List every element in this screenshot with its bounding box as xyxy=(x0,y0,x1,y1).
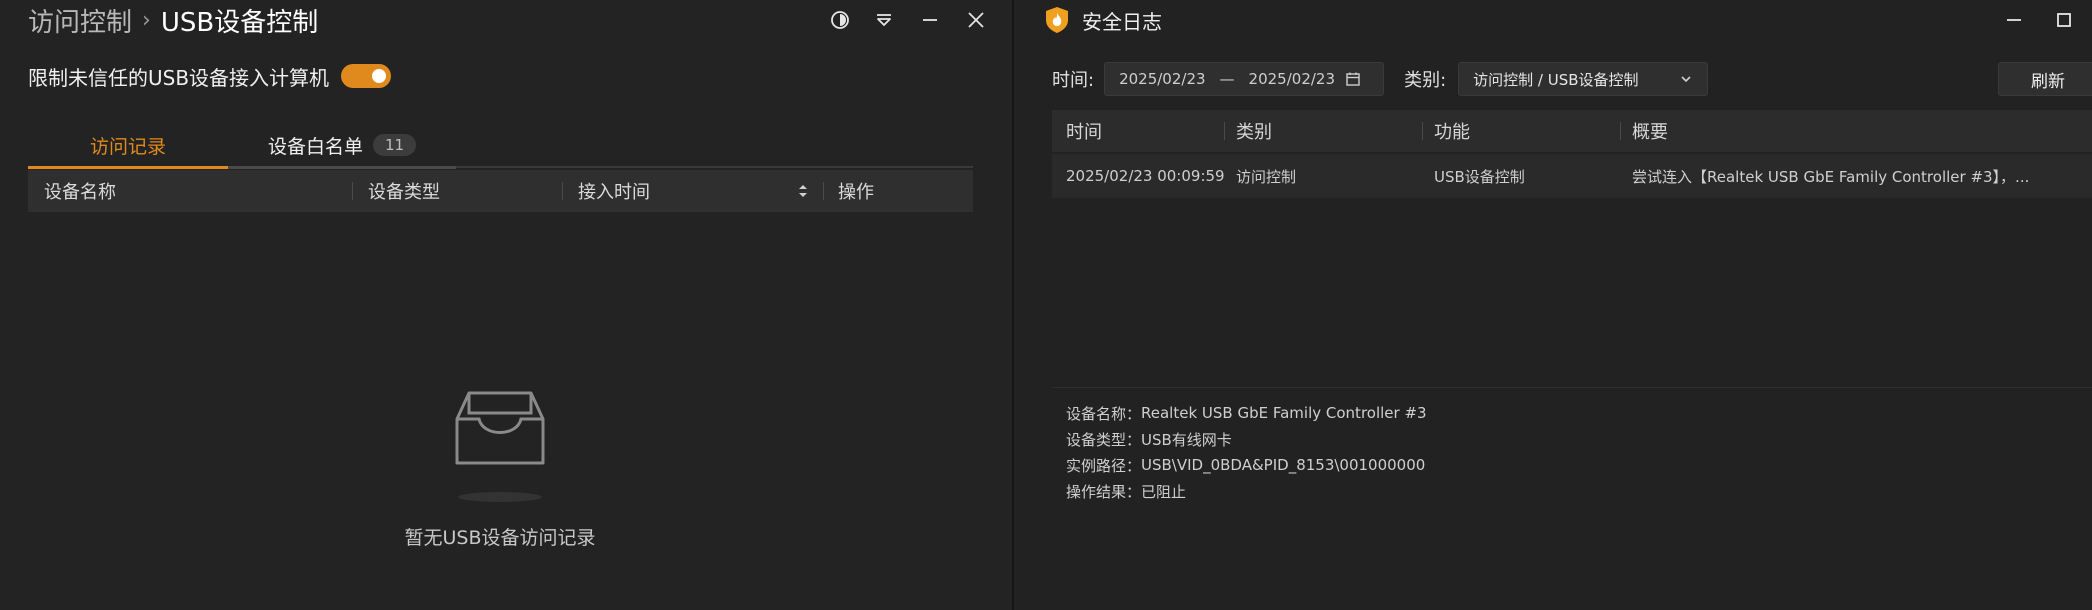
minimize-button[interactable] xyxy=(2000,6,2028,34)
restrict-usb-label: 限制未信任的USB设备接入计算机 xyxy=(28,65,330,90)
breadcrumb-parent[interactable]: 访问控制 xyxy=(28,2,132,39)
minimize-icon xyxy=(923,19,937,21)
minimize-button[interactable] xyxy=(916,6,944,34)
empty-inbox-icon xyxy=(455,391,545,502)
tab-bar: 访问记录 设备白名单 11 xyxy=(28,124,973,169)
maximize-icon xyxy=(2057,13,2071,27)
table-row[interactable]: 2025/02/23 00:09:59 访问控制 USB设备控制 尝试连入【Re… xyxy=(1052,154,2092,198)
restrict-usb-toggle[interactable] xyxy=(341,64,392,88)
chevron-down-icon xyxy=(1681,76,1691,83)
sort-icon xyxy=(799,185,807,197)
detail-value: USB有线网卡 xyxy=(1141,430,1232,449)
sort-button[interactable] xyxy=(798,170,808,212)
restrict-usb-setting: 限制未信任的USB设备接入计算机 xyxy=(28,60,392,92)
refresh-label: 刷新 xyxy=(2031,71,2065,92)
log-table-header: 时间 类别 功能 概要 xyxy=(1052,110,2092,152)
detail-label: 设备类型： xyxy=(1066,430,1142,449)
tab-label: 访问记录 xyxy=(89,135,166,158)
whitelist-count-badge: 11 xyxy=(372,134,417,156)
empty-state-text: 暂无USB设备访问记录 xyxy=(404,527,596,549)
column-access-time[interactable]: 接入时间 xyxy=(578,170,650,212)
dropdown-icon xyxy=(877,14,891,26)
column-access-time-label: 接入时间 xyxy=(578,182,650,203)
usb-control-window: 访问控制 › USB设备控制 限制未信任的USB设备接入计算机 访问记录 设备白… xyxy=(0,0,1012,610)
theme-toggle-button[interactable] xyxy=(826,6,854,34)
log-details: 设备名称： Realtek USB GbE Family Controller … xyxy=(1066,400,1427,504)
date-range-picker[interactable]: 2025/02/23 — 2025/02/23 xyxy=(1104,62,1385,96)
app-title: 安全日志 xyxy=(1082,9,1162,34)
close-button[interactable] xyxy=(962,6,990,34)
theme-icon xyxy=(831,11,849,29)
column-function: 功能 xyxy=(1434,122,1470,143)
app-titlebar: 安全日志 xyxy=(1044,2,1162,38)
empty-state: 暂无USB设备访问记录 xyxy=(0,385,1000,550)
date-end: 2025/02/23 xyxy=(1248,70,1336,88)
breadcrumb: 访问控制 › USB设备控制 xyxy=(28,0,318,40)
cell-time: 2025/02/23 00:09:59 xyxy=(1066,167,1225,185)
shield-flame-icon xyxy=(1046,7,1068,33)
details-divider xyxy=(1052,387,2092,388)
detail-value: Realtek USB GbE Family Controller #3 xyxy=(1141,404,1427,422)
date-separator: — xyxy=(1219,70,1235,88)
refresh-button[interactable]: 刷新 xyxy=(1998,62,2092,96)
cell-function: USB设备控制 xyxy=(1434,167,1525,186)
column-device-type: 设备类型 xyxy=(368,182,440,203)
column-divider xyxy=(823,182,824,200)
page-title: USB设备控制 xyxy=(160,7,319,38)
column-summary: 概要 xyxy=(1632,122,1668,143)
category-filter-label: 类别: xyxy=(1404,70,1447,91)
category-select-value: 访问控制 / USB设备控制 xyxy=(1473,70,1639,89)
cell-summary: 尝试连入【Realtek USB GbE Family Controller #… xyxy=(1632,167,2030,186)
breadcrumb-separator: › xyxy=(142,7,151,33)
detail-device-name: 设备名称： Realtek USB GbE Family Controller … xyxy=(1066,400,1427,426)
detail-instance-path: 实例路径： USB\VID_0BDA&PID_8153\001000000 xyxy=(1066,452,1427,478)
calendar-icon xyxy=(1346,72,1360,86)
date-start: 2025/02/23 xyxy=(1119,70,1206,88)
column-divider xyxy=(562,182,563,200)
tab-device-whitelist[interactable]: 设备白名单 11 xyxy=(228,124,456,169)
category-select[interactable]: 访问控制 / USB设备控制 xyxy=(1458,62,1709,96)
column-divider xyxy=(1422,122,1423,140)
close-icon xyxy=(968,12,984,28)
column-time: 时间 xyxy=(1066,122,1102,143)
detail-value: 已阻止 xyxy=(1141,482,1187,501)
column-divider xyxy=(1620,122,1621,140)
table-header: 设备名称 设备类型 接入时间 操作 xyxy=(28,170,973,212)
tab-access-records[interactable]: 访问记录 xyxy=(28,124,228,169)
column-divider xyxy=(1224,122,1225,140)
menu-dropdown-button[interactable] xyxy=(870,6,898,34)
tab-label: 设备白名单 xyxy=(267,135,363,158)
column-action: 操作 xyxy=(838,182,874,203)
cell-category: 访问控制 xyxy=(1236,167,1297,186)
column-divider xyxy=(352,182,353,200)
detail-device-type: 设备类型： USB有线网卡 xyxy=(1066,426,1427,452)
time-filter-label: 时间: xyxy=(1052,70,1095,91)
column-device-name: 设备名称 xyxy=(44,182,116,203)
detail-value: USB\VID_0BDA&PID_8153\001000000 xyxy=(1141,456,1426,474)
filter-bar: 时间: 2025/02/23 — 2025/02/23 类别: 访问控制 / U… xyxy=(1052,62,1709,96)
detail-label: 实例路径： xyxy=(1066,456,1142,475)
minimize-icon xyxy=(2007,19,2021,21)
column-category: 类别 xyxy=(1236,122,1272,143)
toggle-knob xyxy=(372,69,387,83)
security-log-window: 安全日志 时间: 2025/02/23 — 2025/02/23 类别: 访问控… xyxy=(1014,0,2092,610)
detail-label: 操作结果： xyxy=(1066,482,1142,501)
maximize-button[interactable] xyxy=(2050,6,2078,34)
detail-label: 设备名称： xyxy=(1066,404,1142,423)
detail-result: 操作结果： 已阻止 xyxy=(1066,478,1427,504)
